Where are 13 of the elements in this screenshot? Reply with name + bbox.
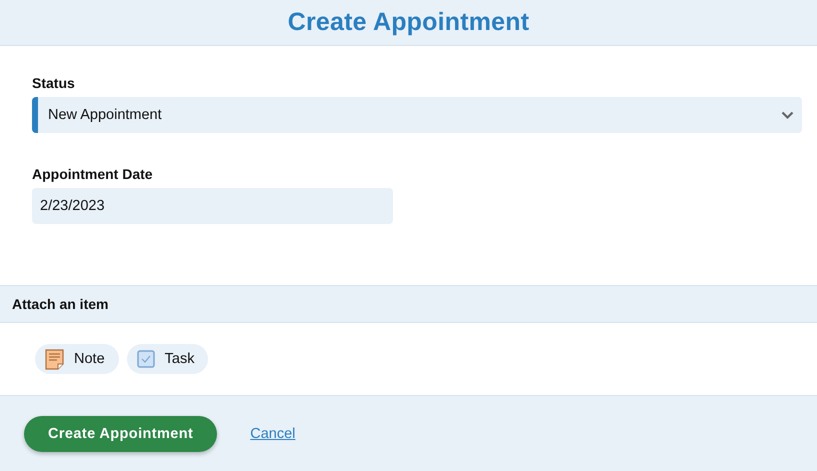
date-field[interactable]: 2/23/2023 [32,188,393,224]
note-icon [45,348,64,370]
create-button[interactable]: Create Appointment [24,416,218,452]
chevron-down-icon [781,110,794,120]
status-select[interactable]: New Appointment [32,97,802,133]
attach-chip[interactable]: Task [126,344,208,374]
attach-chip[interactable]: Note [35,344,119,374]
field-label: Status [32,75,76,91]
cancel-link[interactable]: Cancel [250,426,296,442]
field-label: Appointment Date [32,166,154,182]
page-title: Create Appointment [288,8,530,37]
checkbox-icon [136,350,155,368]
section-title: Attach an item [12,296,108,312]
